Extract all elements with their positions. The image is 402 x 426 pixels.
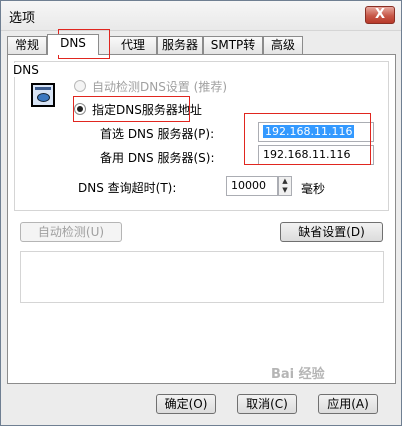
- cancel-button[interactable]: 取消(C): [237, 394, 297, 414]
- spin-up-icon[interactable]: ▲: [279, 177, 291, 186]
- primary-dns-value: 192.168.11.116: [263, 125, 355, 138]
- dns-timeout-label: DNS 查询超时(T):: [78, 181, 177, 195]
- timeout-spinner[interactable]: ▲ ▼: [278, 176, 292, 196]
- auto-detect-button[interactable]: 自动检测(U): [20, 222, 122, 242]
- primary-dns-input[interactable]: 192.168.11.116: [258, 122, 374, 142]
- timeout-unit: 毫秒: [301, 182, 326, 196]
- apply-button[interactable]: 应用(A): [318, 394, 378, 414]
- manual-dns-label: 指定DNS服务器地址: [92, 103, 202, 117]
- tab-advanced[interactable]: 高级: [263, 36, 303, 54]
- options-dialog: 选项 X 常规 DNS 代理 服务器 SMTP转投 高级 自动检测DNS设置 (…: [0, 0, 402, 426]
- dns-timeout-input[interactable]: 10000: [226, 176, 278, 196]
- auto-detect-dns-radio[interactable]: [74, 80, 86, 92]
- tab-server[interactable]: 服务器: [157, 36, 203, 54]
- tab-smtp-relay[interactable]: SMTP转投: [203, 36, 263, 68]
- manual-dns-radio[interactable]: [74, 103, 86, 115]
- watermark: Bai 经验: [271, 367, 325, 382]
- secondary-dns-label: 备用 DNS 服务器(S):: [100, 151, 215, 165]
- info-area: [20, 251, 384, 303]
- tab-dns[interactable]: DNS: [47, 34, 99, 55]
- dns-timeout-value: 10000: [231, 179, 266, 192]
- spin-down-icon[interactable]: ▼: [279, 186, 291, 195]
- secondary-dns-value: 192.168.11.116: [263, 148, 351, 161]
- auto-detect-dns-label: 自动检测DNS设置 (推荐): [92, 80, 228, 94]
- dns-tab-panel: 自动检测DNS设置 (推荐) 指定DNS服务器地址 首选 DNS 服务器(P):…: [7, 54, 396, 384]
- close-icon: X: [374, 7, 386, 22]
- dns-group-label: DNS: [11, 63, 41, 77]
- tab-general[interactable]: 常规: [7, 36, 47, 54]
- close-button[interactable]: X: [365, 6, 395, 24]
- tab-strip: 常规 DNS 代理 服务器 SMTP转投 高级: [7, 34, 397, 68]
- defaults-button[interactable]: 缺省设置(D): [280, 222, 383, 242]
- window-title: 选项: [9, 11, 36, 26]
- dns-server-icon: [31, 83, 55, 107]
- primary-dns-label: 首选 DNS 服务器(P):: [100, 127, 215, 141]
- title-bar: 选项 X: [1, 1, 401, 31]
- secondary-dns-input[interactable]: 192.168.11.116: [258, 145, 374, 165]
- ok-button[interactable]: 确定(O): [156, 394, 216, 414]
- tab-proxy[interactable]: 代理: [109, 36, 157, 54]
